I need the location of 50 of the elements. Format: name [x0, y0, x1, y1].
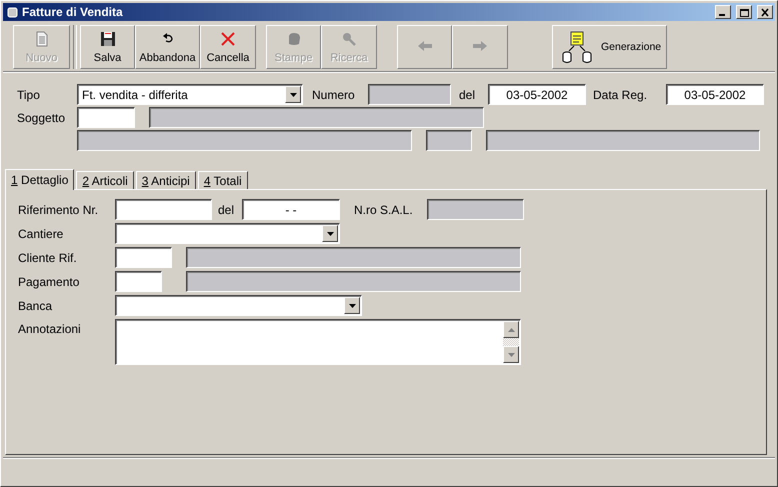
dropdown-field[interactable]: Ft. vendita - differita [77, 84, 303, 105]
maximize-icon [739, 8, 749, 16]
document-icon [34, 30, 50, 46]
tab[interactable]: 3 Anticipi [136, 171, 196, 189]
caret-icon [290, 92, 296, 96]
toolbar-button[interactable]: Abbandona [135, 25, 200, 69]
close-icon [760, 8, 770, 16]
input-field[interactable] [115, 199, 212, 220]
caret-icon [326, 232, 334, 236]
toolbar-button[interactable]: Generazione [552, 25, 667, 69]
input-field[interactable] [115, 247, 172, 268]
field-label: Cantiere [18, 226, 64, 240]
tab[interactable]: 4 Totali [198, 171, 248, 189]
minimize-button[interactable] [715, 5, 731, 19]
close-button[interactable] [757, 5, 773, 19]
field-label: N.ro S.A.L. [354, 202, 414, 216]
cross-icon [220, 30, 236, 46]
field-label: Cliente Rif. [18, 250, 78, 264]
field-label: Banca [18, 298, 54, 312]
input-field[interactable] [77, 107, 135, 128]
document-database-icon [561, 31, 593, 63]
tab[interactable]: 2 Articoli [76, 171, 134, 189]
dropdown-field[interactable] [115, 223, 340, 244]
down-arrow-icon [508, 352, 514, 356]
window-icon [7, 6, 18, 18]
field-label: Data Reg. [593, 88, 648, 102]
scrollbar[interactable] [503, 321, 519, 363]
field-label: Pagamento [18, 274, 80, 288]
tab[interactable]: 1 Dettaglio [5, 169, 74, 190]
caret-icon [348, 304, 356, 308]
input-field[interactable] [115, 271, 162, 292]
field-label: del [459, 88, 476, 102]
search-icon [341, 30, 357, 46]
field-label: Annotazioni [18, 321, 82, 336]
input-field[interactable]: - - [242, 199, 340, 220]
input-field[interactable]: 03-05-2002 [488, 84, 586, 105]
maximize-button[interactable] [736, 5, 752, 19]
up-arrow-icon [508, 328, 514, 332]
toolbar-button[interactable]: Cancella [200, 25, 256, 69]
dropdown-field[interactable] [115, 295, 362, 316]
field-label: del [218, 202, 236, 216]
field-label: Tipo [17, 88, 41, 102]
window-title: Fatture di Vendita [22, 5, 124, 19]
field-label: Numero [312, 88, 356, 102]
text-area[interactable] [115, 319, 521, 365]
input-field[interactable]: 03-05-2002 [666, 84, 764, 105]
field-label: Riferimento Nr. [18, 202, 100, 216]
minimize-icon [719, 14, 725, 16]
field-label: Soggetto [17, 110, 66, 124]
toolbar-button[interactable]: Salva [80, 25, 135, 69]
